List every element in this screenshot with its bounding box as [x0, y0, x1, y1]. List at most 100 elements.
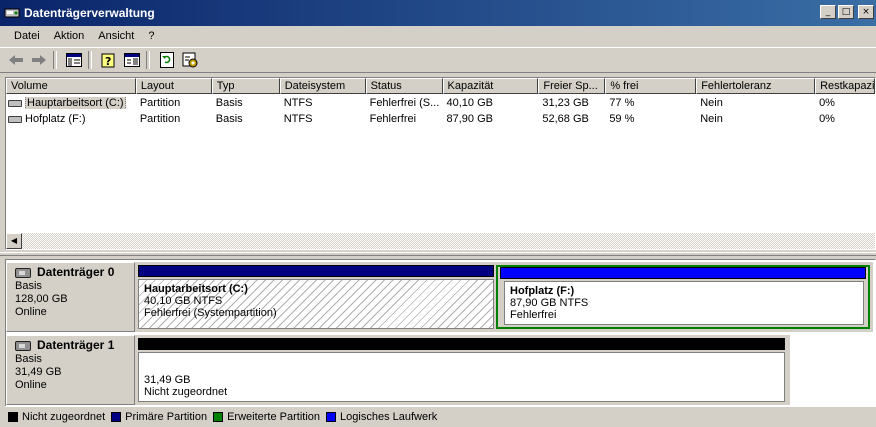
menu-datei[interactable]: Datei: [7, 30, 47, 42]
disk-type: Basis: [15, 353, 42, 365]
partition-area: 31,49 GB Nicht zugeordnet: [135, 335, 790, 405]
window-title: Datenträgerverwaltung: [24, 6, 155, 20]
legend-item: Logisches Laufwerk: [326, 411, 437, 423]
layout-cell: Partition: [139, 113, 181, 125]
prozent-frei-cell: 77 %: [609, 97, 635, 109]
column-header-fehlertoleranz[interactable]: Fehlertoleranz: [696, 78, 816, 94]
restkapazitaet-cell: 0%: [819, 113, 835, 125]
properties-icon[interactable]: [122, 50, 142, 70]
partition-f[interactable]: Hofplatz (F:) 87,90 GB NTFS Fehlerfrei: [496, 265, 870, 329]
unallocated-space[interactable]: 31,49 GB Nicht zugeordnet: [138, 338, 785, 402]
partition-c[interactable]: Hauptarbeitsort (C:) 40,10 GB NTFS Fehle…: [138, 265, 494, 329]
layout-cell: Partition: [139, 97, 181, 109]
disk-name: Datenträger 0: [37, 265, 115, 279]
legend-label: Primäre Partition: [125, 411, 208, 423]
forward-icon[interactable]: [29, 50, 49, 70]
maximize-button[interactable]: □: [838, 5, 854, 19]
legend-label: Erweiterte Partition: [227, 411, 321, 423]
partition-size: 87,90 GB NTFS: [510, 297, 589, 309]
column-header-freier-speicher[interactable]: Freier Sp...: [538, 78, 606, 94]
help-icon[interactable]: ?: [99, 50, 119, 70]
column-header-layout[interactable]: Layout: [135, 78, 212, 94]
disk-name: Datenträger 1: [37, 338, 115, 352]
volume-name: Hofplatz (F:): [25, 113, 86, 125]
partition-body: Hauptarbeitsort (C:) 40,10 GB NTFS Fehle…: [138, 279, 494, 329]
menu-bar: Datei Aktion Ansicht ?: [0, 26, 876, 46]
column-header-kapazitaet[interactable]: Kapazität: [442, 78, 539, 94]
kapazitaet-cell: 87,90 GB: [446, 113, 493, 125]
freier-speicher-cell: 31,23 GB: [542, 97, 589, 109]
table-row[interactable]: Hofplatz (F:) Partition Basis NTFS Fehle…: [6, 111, 875, 127]
disk-state: Online: [15, 306, 47, 318]
show-hide-tree-icon[interactable]: [64, 50, 84, 70]
menu-ansicht[interactable]: Ansicht: [91, 30, 141, 42]
menu-aktion[interactable]: Aktion: [47, 30, 92, 42]
fehlertoleranz-cell: Nein: [700, 97, 723, 109]
partition-size: 31,49 GB: [144, 374, 191, 386]
close-button[interactable]: ×: [858, 5, 874, 19]
list-header: Volume Layout Typ Dateisystem Status Kap…: [6, 78, 875, 94]
legend-item: Nicht zugeordnet: [8, 411, 105, 423]
partition-status: Nicht zugeordnet: [144, 386, 228, 398]
restkapazitaet-cell: 0%: [819, 97, 835, 109]
column-header-restkapazitaet[interactable]: Restkapazität: [815, 78, 875, 94]
unallocated-band: [138, 338, 785, 350]
partition-name: Hauptarbeitsort (C:): [144, 283, 248, 295]
volume-list: Volume Layout Typ Dateisystem Status Kap…: [5, 77, 876, 250]
legend-swatch-unallocated: [8, 412, 18, 422]
toolbar-separator: [88, 51, 92, 69]
disk-management-icon: [4, 5, 20, 21]
status-cell: Fehlerfrei: [369, 113, 417, 125]
disk-pane: Datenträger 0 Basis 128,00 GB Online Hau…: [5, 259, 876, 407]
drive-icon: [8, 115, 22, 123]
legend-label: Nicht zugeordnet: [22, 411, 106, 423]
volume-cell: Hauptarbeitsort (C:): [6, 97, 136, 109]
back-icon[interactable]: [6, 50, 26, 70]
disk-label[interactable]: Datenträger 1 Basis 31,49 GB Online: [6, 335, 135, 405]
legend-swatch-extended: [213, 412, 224, 422]
legend-item: Primäre Partition: [111, 411, 207, 423]
legend: Nicht zugeordnet Primäre Partition Erwei…: [5, 406, 876, 427]
partition-name: [144, 356, 779, 368]
prozent-frei-cell: 59 %: [609, 113, 635, 125]
kapazitaet-cell: 40,10 GB: [446, 97, 493, 109]
column-header-status[interactable]: Status: [365, 78, 443, 94]
partition-status: Fehlerfrei (Systempartition): [144, 307, 277, 319]
disk-type: Basis: [15, 280, 42, 292]
partition-body: 31,49 GB Nicht zugeordnet: [138, 352, 785, 402]
horizontal-scrollbar[interactable]: ◀: [6, 233, 875, 249]
volume-name: Hauptarbeitsort (C:): [25, 97, 126, 109]
hard-disk-icon: [15, 340, 31, 351]
disk-row: Datenträger 1 Basis 31,49 GB Online 31,4…: [6, 335, 790, 405]
column-header-prozent-frei[interactable]: % frei: [605, 78, 697, 94]
disk-size: 31,49 GB: [15, 366, 62, 378]
toolbar-separator: [146, 51, 150, 69]
legend-label: Logisches Laufwerk: [340, 411, 438, 423]
legend-item: Erweiterte Partition: [213, 411, 320, 423]
column-header-dateisystem[interactable]: Dateisystem: [279, 78, 366, 94]
typ-cell: Basis: [215, 113, 243, 125]
disk-state: Online: [15, 379, 47, 391]
column-header-typ[interactable]: Typ: [211, 78, 280, 94]
partition-name: Hofplatz (F:): [510, 285, 575, 297]
refresh-icon[interactable]: [157, 50, 177, 70]
scroll-track[interactable]: [22, 233, 875, 249]
primary-partition-band: [138, 265, 494, 277]
pane-splitter[interactable]: [0, 252, 876, 256]
partition-area: Hauptarbeitsort (C:) 40,10 GB NTFS Fehle…: [135, 262, 873, 332]
partition-size: 40,10 GB NTFS: [144, 295, 223, 307]
column-header-volume[interactable]: Volume: [6, 78, 136, 94]
volume-cell: Hofplatz (F:): [6, 113, 136, 125]
settings-icon[interactable]: [180, 50, 200, 70]
dateisystem-cell: NTFS: [283, 97, 313, 109]
scroll-left-icon[interactable]: ◀: [6, 233, 22, 249]
disk-label[interactable]: Datenträger 0 Basis 128,00 GB Online: [6, 262, 135, 332]
minimize-button[interactable]: _: [820, 5, 836, 19]
menu-help[interactable]: ?: [141, 30, 161, 42]
status-cell: Fehlerfrei (S...: [369, 97, 440, 109]
drive-icon: [8, 99, 22, 107]
table-row[interactable]: Hauptarbeitsort (C:) Partition Basis NTF…: [6, 95, 875, 111]
dateisystem-cell: NTFS: [283, 113, 313, 125]
fehlertoleranz-cell: Nein: [700, 113, 723, 125]
freier-speicher-cell: 52,68 GB: [542, 113, 589, 125]
